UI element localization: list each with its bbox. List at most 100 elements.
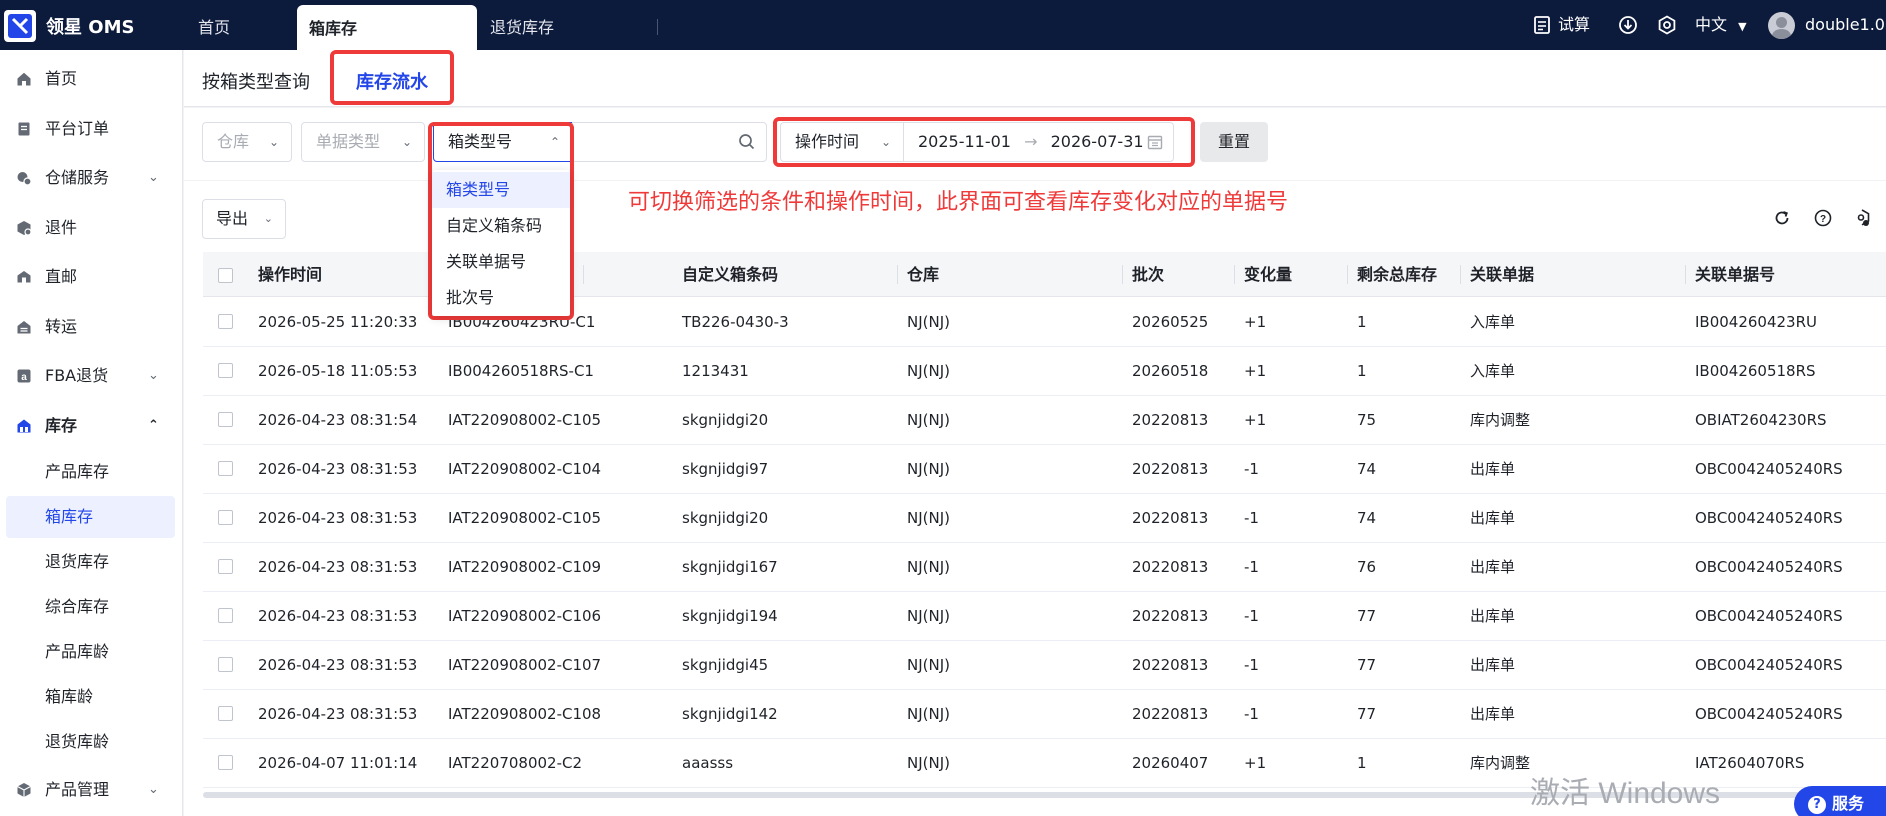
chevron-down-icon: ⌄ bbox=[148, 782, 159, 797]
sidebar-sub-box-inventory[interactable]: 箱库存 bbox=[6, 496, 175, 538]
calculator-icon[interactable] bbox=[1532, 15, 1552, 35]
col-warehouse[interactable]: 仓库 bbox=[907, 252, 939, 297]
avatar[interactable] bbox=[1768, 12, 1795, 39]
tab-box-inventory[interactable]: 箱库存 bbox=[297, 5, 477, 50]
sidebar-sub-label: 综合库存 bbox=[45, 597, 110, 616]
table-row[interactable]: 2026-04-23 08:31:53 IAT220908002-C107 skgn… bbox=[203, 641, 1886, 690]
language-select[interactable]: 中文 ▼ bbox=[1695, 0, 1747, 50]
cell-change: +1 bbox=[1244, 362, 1267, 380]
col-related-doc[interactable]: 关联单据 bbox=[1470, 252, 1534, 297]
cell-operation-time: 2026-04-23 08:31:54 bbox=[258, 411, 418, 429]
sidebar-item-returns[interactable]: 退件 bbox=[0, 205, 183, 251]
col-custom-box-code[interactable]: 自定义箱条码 bbox=[682, 252, 778, 297]
cell-related-doc-no: OBC0042405240RS bbox=[1695, 705, 1843, 723]
table-row[interactable]: 2026-04-23 08:31:53 IAT220908002-C105 skgn… bbox=[203, 494, 1886, 543]
subtab-by-box-type[interactable]: 按箱类型查询 bbox=[202, 68, 310, 94]
row-checkbox[interactable] bbox=[218, 412, 233, 427]
table-row[interactable]: 2026-04-23 08:31:53 IAT220908002-C104 skgn… bbox=[203, 445, 1886, 494]
cell-batch: 20220813 bbox=[1132, 656, 1209, 674]
sidebar-sub-product-age[interactable]: 产品库龄 bbox=[0, 631, 183, 673]
calc-button[interactable]: 试算 bbox=[1558, 0, 1590, 50]
tab-return-inventory[interactable]: 退货库存 bbox=[478, 0, 566, 50]
col-remaining[interactable]: 剩余总库存 bbox=[1357, 252, 1437, 297]
search-field-dropdown: 箱类型号 自定义箱条码 关联单据号 批次号 bbox=[432, 170, 570, 316]
sidebar-item-label: 产品管理 bbox=[45, 780, 110, 799]
col-operation-time[interactable]: 操作时间 bbox=[258, 252, 322, 297]
sidebar-sub-label: 产品库龄 bbox=[45, 642, 110, 661]
search-input[interactable] bbox=[572, 122, 767, 162]
sidebar-sub-return-inventory[interactable]: 退货库存 bbox=[0, 541, 183, 583]
cell-remaining: 74 bbox=[1357, 460, 1377, 478]
row-checkbox[interactable] bbox=[218, 510, 233, 525]
chevron-down-icon: ⌄ bbox=[263, 212, 273, 225]
cell-remaining: 77 bbox=[1357, 705, 1377, 723]
col-change[interactable]: 变化量 bbox=[1244, 252, 1292, 297]
sidebar-item-transfer[interactable]: 转运 bbox=[0, 304, 183, 350]
warehouse-select[interactable]: 仓库 ⌄ bbox=[202, 122, 292, 162]
option-custom-box-code[interactable]: 自定义箱条码 bbox=[432, 208, 570, 244]
reset-button[interactable]: 重置 bbox=[1200, 122, 1268, 162]
cell-custom-box-code: skgnjidgi45 bbox=[682, 656, 769, 674]
username[interactable]: double1.0 bbox=[1805, 0, 1885, 50]
table-row[interactable]: 2026-04-23 08:31:53 IAT220908002-C109 skgn… bbox=[203, 543, 1886, 592]
doc-type-placeholder: 单据类型 bbox=[316, 132, 381, 151]
table-row[interactable]: 2026-04-23 08:31:53 IAT220908002-C108 skgn… bbox=[203, 690, 1886, 739]
row-checkbox[interactable] bbox=[218, 755, 233, 770]
help-icon[interactable]: ? bbox=[1813, 208, 1833, 228]
option-batch-no[interactable]: 批次号 bbox=[432, 280, 570, 316]
chevron-up-icon: ⌃ bbox=[148, 418, 159, 433]
sidebar-item-storage-service[interactable]: 仓储服务 ⌄ bbox=[0, 155, 183, 201]
select-all-checkbox[interactable] bbox=[218, 268, 233, 283]
row-checkbox[interactable] bbox=[218, 461, 233, 476]
cell-operation-time: 2026-04-23 08:31:53 bbox=[258, 509, 418, 527]
option-related-doc-no[interactable]: 关联单据号 bbox=[432, 244, 570, 280]
sidebar-sub-label: 退货库龄 bbox=[45, 732, 110, 751]
sidebar-sub-return-age[interactable]: 退货库龄 bbox=[0, 721, 183, 763]
row-checkbox[interactable] bbox=[218, 706, 233, 721]
cell-warehouse: NJ(NJ) bbox=[907, 558, 950, 576]
cell-related-doc-no: IB004260518RS bbox=[1695, 362, 1816, 380]
col-related-doc-no[interactable]: 关联单据号 bbox=[1695, 252, 1775, 297]
tab-divider bbox=[657, 19, 658, 35]
cell-change: -1 bbox=[1244, 509, 1259, 527]
table-row[interactable]: 2026-05-18 11:05:53 IB004260518RS-C1 12134… bbox=[203, 347, 1886, 396]
table-row[interactable]: 2026-04-23 08:31:54 IAT220908002-C105 skgn… bbox=[203, 396, 1886, 445]
cell-change: -1 bbox=[1244, 558, 1259, 576]
row-checkbox[interactable] bbox=[218, 608, 233, 623]
cell-remaining: 77 bbox=[1357, 656, 1377, 674]
settings-icon[interactable] bbox=[1657, 15, 1677, 35]
cell-custom-box-code: skgnjidgi20 bbox=[682, 509, 769, 527]
row-checkbox[interactable] bbox=[218, 363, 233, 378]
sidebar-item-inventory[interactable]: 库存 ⌃ bbox=[0, 403, 183, 449]
search-icon[interactable] bbox=[738, 133, 756, 151]
option-box-type-no[interactable]: 箱类型号 bbox=[432, 172, 570, 208]
sidebar-sub-overall-inventory[interactable]: 综合库存 bbox=[0, 586, 183, 628]
service-button[interactable]: ? 服务 bbox=[1794, 786, 1886, 816]
download-icon[interactable] bbox=[1618, 15, 1638, 35]
tab-home[interactable]: 首页 bbox=[186, 0, 242, 50]
row-checkbox[interactable] bbox=[218, 314, 233, 329]
cell-box-no: IAT220908002-C105 bbox=[448, 509, 602, 527]
row-checkbox[interactable] bbox=[218, 559, 233, 574]
refresh-icon[interactable] bbox=[1772, 208, 1792, 228]
sidebar-item-direct-mail[interactable]: 直邮 bbox=[0, 254, 183, 300]
sidebar-item-product-management[interactable]: 产品管理 ⌄ bbox=[0, 767, 183, 813]
home-icon bbox=[17, 72, 31, 86]
sidebar-item-home[interactable]: 首页 bbox=[0, 56, 183, 102]
cell-related-doc: 出库单 bbox=[1470, 460, 1516, 478]
sidebar-sub-box-age[interactable]: 箱库龄 bbox=[0, 676, 183, 718]
column-settings-icon[interactable] bbox=[1852, 208, 1872, 228]
col-batch[interactable]: 批次 bbox=[1132, 252, 1164, 297]
cell-box-no: IAT220708002-C2 bbox=[448, 754, 583, 772]
doc-type-select[interactable]: 单据类型 ⌄ bbox=[301, 122, 425, 162]
order-icon bbox=[18, 122, 30, 136]
sidebar-item-fba-returns[interactable]: a FBA退货 ⌄ bbox=[0, 353, 183, 399]
sidebar-item-label: 库存 bbox=[45, 416, 78, 435]
sidebar-item-platform-orders[interactable]: 平台订单 bbox=[0, 106, 183, 152]
sidebar-item-label: 仓储服务 bbox=[45, 168, 110, 187]
transfer-icon bbox=[17, 321, 31, 334]
sidebar-sub-product-inventory[interactable]: 产品库存 bbox=[0, 451, 183, 493]
row-checkbox[interactable] bbox=[218, 657, 233, 672]
export-button[interactable]: 导出 ⌄ bbox=[202, 199, 286, 239]
table-row[interactable]: 2026-04-23 08:31:53 IAT220908002-C106 skgn… bbox=[203, 592, 1886, 641]
